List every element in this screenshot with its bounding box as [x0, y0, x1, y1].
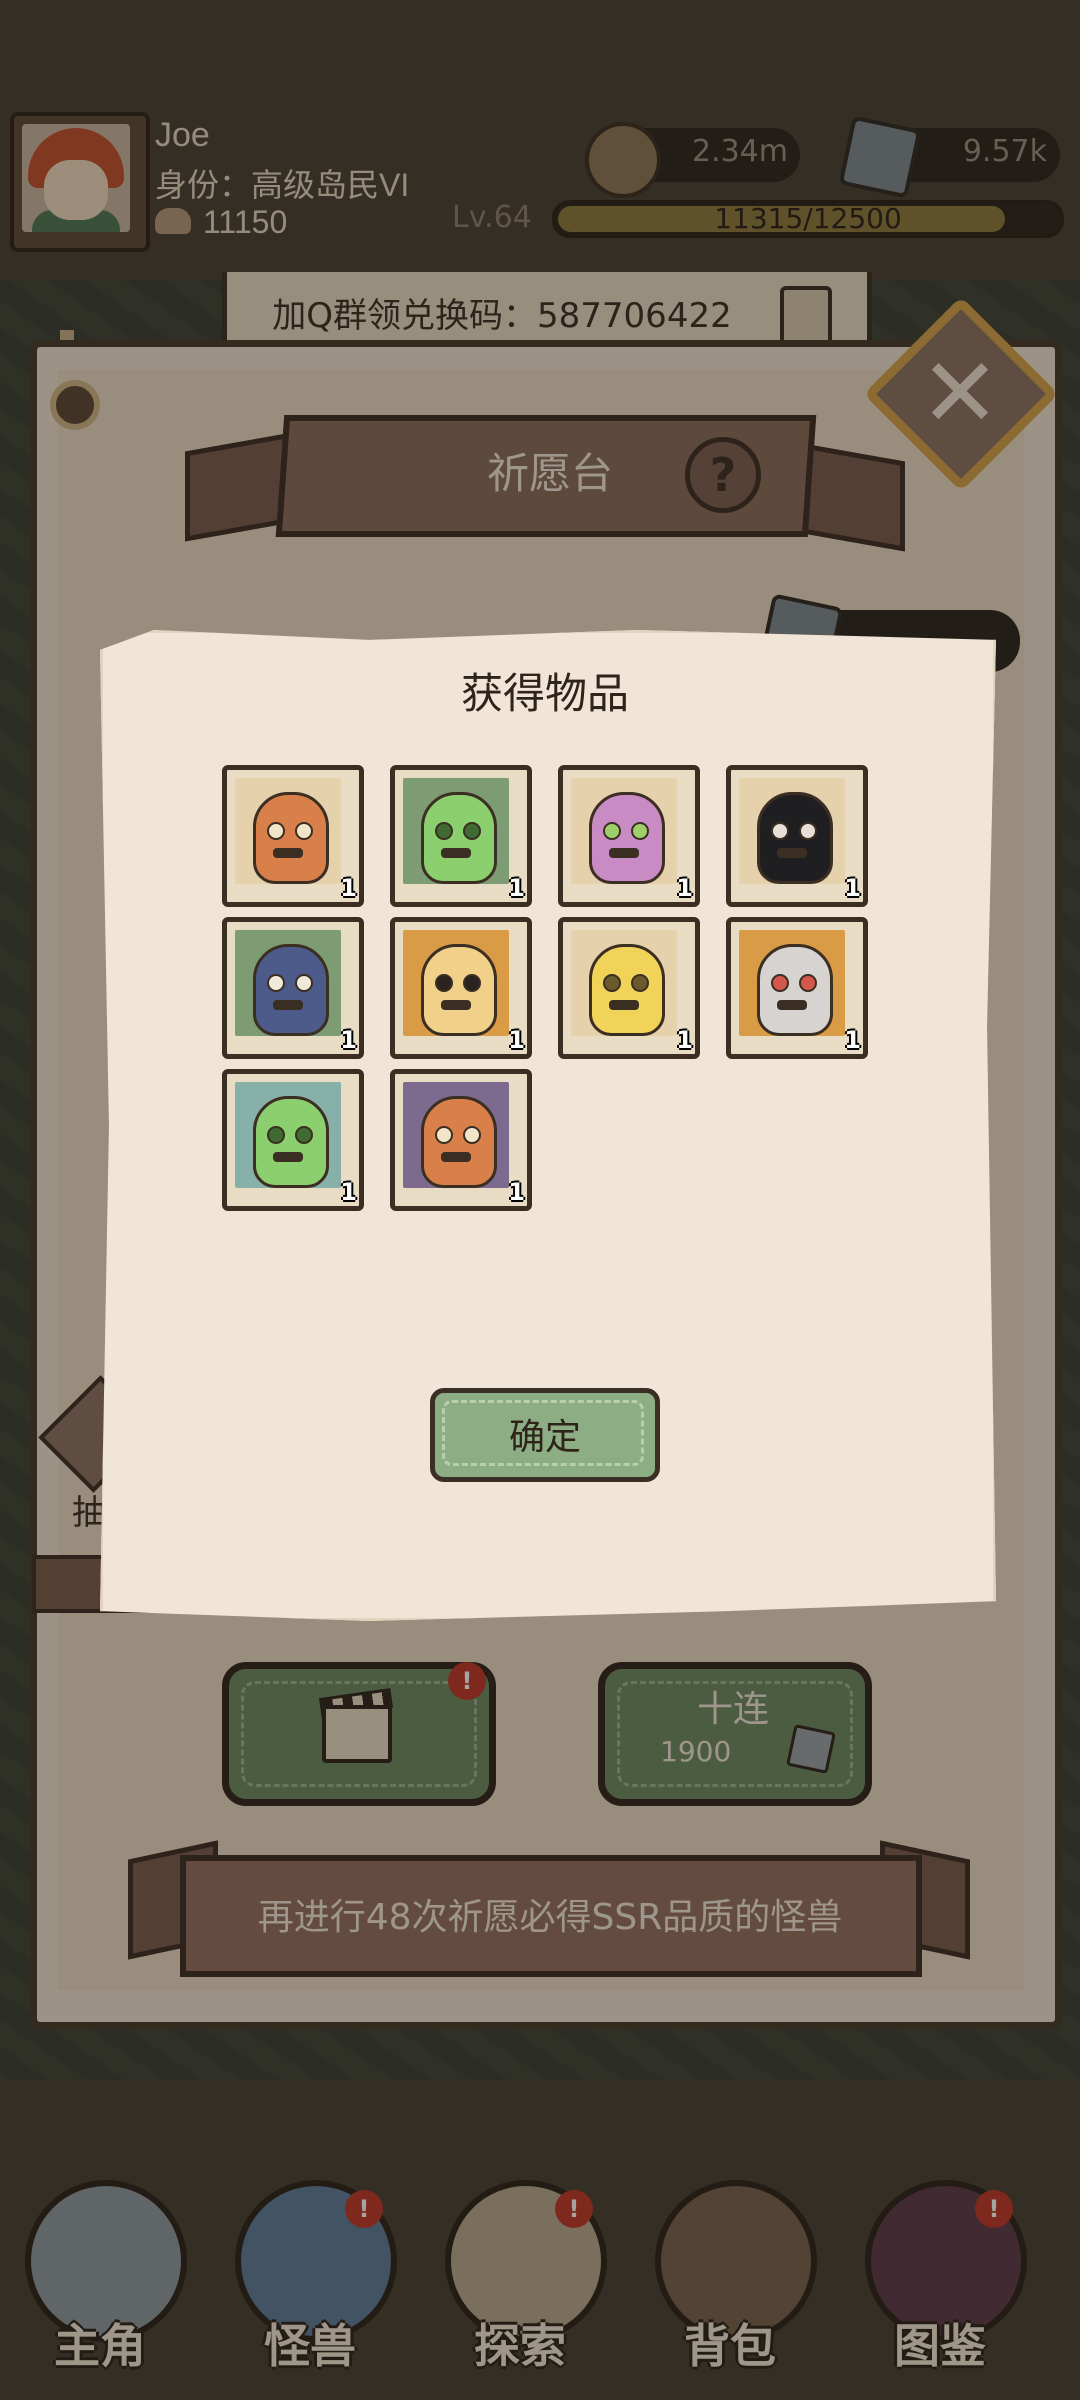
ghost-girl-icon — [739, 778, 845, 884]
item-count: 1 — [508, 874, 525, 902]
item-count: 1 — [676, 874, 693, 902]
item-count: 1 — [340, 1178, 357, 1206]
reward-item-slot[interactable]: 1 — [390, 917, 532, 1059]
reward-item-slot[interactable]: 1 — [558, 917, 700, 1059]
item-count: 1 — [508, 1178, 525, 1206]
reward-item-slot[interactable]: 1 — [390, 1069, 532, 1211]
potato-monster-icon — [235, 778, 341, 884]
item-count: 1 — [844, 1026, 861, 1054]
mimic-mouth-icon — [235, 930, 341, 1036]
item-count: 1 — [844, 874, 861, 902]
reward-item-slot[interactable]: 1 — [726, 765, 868, 907]
yellow-chick-icon — [571, 930, 677, 1036]
item-count: 1 — [508, 1026, 525, 1054]
green-slime-icon — [235, 1082, 341, 1188]
red-demon-girl-icon — [739, 930, 845, 1036]
potato-monster-icon — [403, 1082, 509, 1188]
reward-item-slot[interactable]: 1 — [222, 917, 364, 1059]
reward-item-slot[interactable]: 1 — [390, 765, 532, 907]
item-count: 1 — [676, 1026, 693, 1054]
confirm-button-label[interactable]: 确定 — [430, 1408, 660, 1460]
flame-spirit-icon — [403, 930, 509, 1036]
reward-item-slot[interactable]: 1 — [222, 765, 364, 907]
item-count: 1 — [340, 1026, 357, 1054]
reward-item-slot[interactable]: 1 — [222, 1069, 364, 1211]
item-count: 1 — [340, 874, 357, 902]
green-slime-icon — [403, 778, 509, 884]
reward-item-slot[interactable]: 1 — [726, 917, 868, 1059]
purple-blob-monster-icon — [571, 778, 677, 884]
reward-popup-title: 获得物品 — [460, 669, 629, 718]
reward-item-slot[interactable]: 1 — [558, 765, 700, 907]
